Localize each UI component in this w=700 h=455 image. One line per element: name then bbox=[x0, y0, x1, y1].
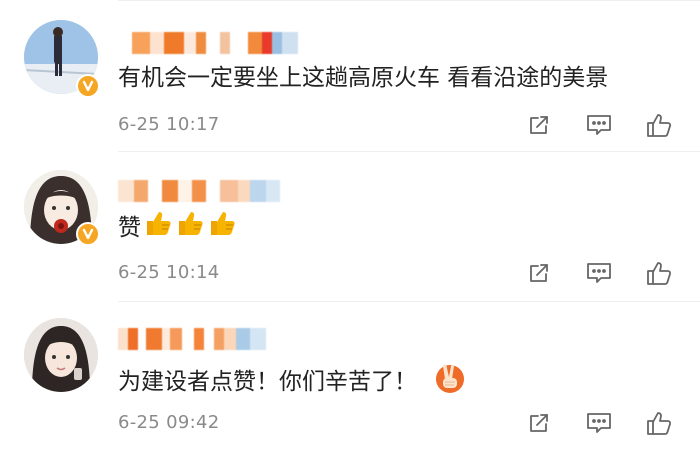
like-icon bbox=[647, 114, 672, 137]
comment-text: 赞 bbox=[118, 208, 237, 247]
comment-icon bbox=[587, 413, 611, 433]
reply-button[interactable] bbox=[584, 408, 614, 438]
comment-text: 有机会一定要坐上这趟高原火车 看看沿途的美景 bbox=[118, 65, 609, 91]
timestamp: 6-25 10:14 bbox=[118, 262, 220, 283]
thumbs-up-icon bbox=[207, 208, 237, 247]
comment-item: 赞 6-25 10:14 bbox=[0, 152, 700, 302]
reply-button[interactable] bbox=[584, 258, 614, 288]
username-obscured[interactable] bbox=[118, 180, 280, 202]
like-icon bbox=[647, 412, 672, 435]
comment-item: 为建设者点赞！你们辛苦了！ 6-25 09:42 bbox=[0, 302, 700, 455]
like-button[interactable] bbox=[644, 408, 674, 438]
timestamp: 6-25 10:17 bbox=[118, 114, 220, 135]
comment-actions bbox=[524, 258, 674, 288]
share-icon bbox=[530, 116, 548, 134]
like-button[interactable] bbox=[644, 258, 674, 288]
verified-badge-icon bbox=[76, 74, 100, 98]
like-button[interactable] bbox=[644, 110, 674, 140]
comment-item: 有机会一定要坐上这趟高原火车 看看沿途的美景 6-25 10:17 bbox=[0, 0, 700, 152]
comment-icon bbox=[587, 263, 611, 283]
share-button[interactable] bbox=[524, 258, 554, 288]
thumbs-up-icon bbox=[143, 208, 173, 247]
victory-hand-icon bbox=[433, 360, 467, 403]
username-obscured[interactable] bbox=[118, 32, 298, 54]
share-icon bbox=[530, 264, 548, 282]
comment-text: 为建设者点赞！你们辛苦了！ bbox=[118, 360, 467, 403]
share-button[interactable] bbox=[524, 110, 554, 140]
like-icon bbox=[647, 262, 672, 285]
share-button[interactable] bbox=[524, 408, 554, 438]
thumbs-up-icon bbox=[175, 208, 205, 247]
comment-actions bbox=[524, 408, 674, 438]
share-icon bbox=[530, 414, 548, 432]
reply-button[interactable] bbox=[584, 110, 614, 140]
verified-badge-icon bbox=[76, 222, 100, 246]
timestamp: 6-25 09:42 bbox=[118, 412, 220, 433]
comment-actions bbox=[524, 110, 674, 140]
comment-icon bbox=[587, 115, 611, 135]
username-obscured[interactable] bbox=[118, 328, 266, 350]
avatar[interactable] bbox=[24, 318, 98, 392]
